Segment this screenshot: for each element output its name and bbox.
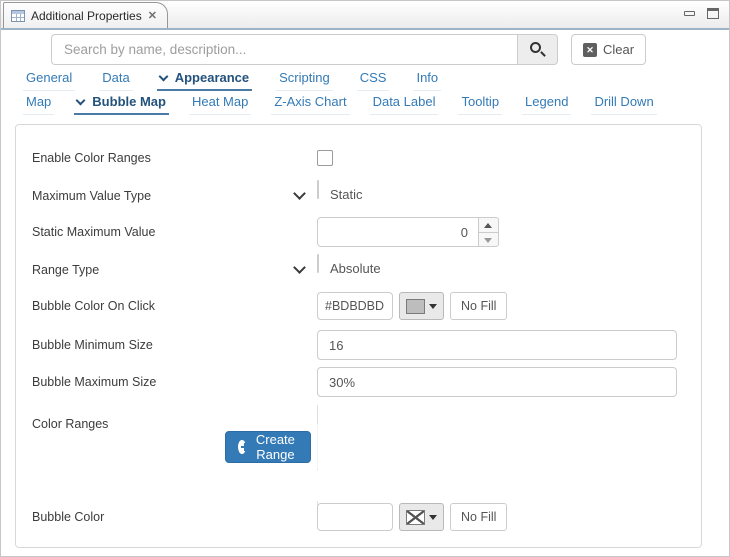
range-type-value: Absolute [330, 255, 381, 283]
tab-label: Z-Axis Chart [274, 94, 346, 109]
clear-x-icon [583, 43, 597, 57]
tab-label: Heat Map [192, 94, 248, 109]
tab-drill-down[interactable]: Drill Down [591, 92, 656, 115]
spinner-down-button[interactable] [479, 232, 499, 248]
view-tab-additional-properties[interactable]: Additional Properties [3, 2, 168, 28]
bubble-color-label: Bubble Color [32, 503, 104, 531]
chevron-down-icon [76, 95, 86, 105]
view-accent-line [1, 28, 729, 30]
tab-tooltip[interactable]: Tooltip [458, 92, 502, 115]
maximize-icon[interactable] [707, 8, 719, 19]
clear-button-label: Clear [603, 42, 634, 57]
tab-label: CSS [360, 70, 387, 85]
bubble-color-on-click-label: Bubble Color On Click [32, 292, 155, 320]
static-maximum-value-input[interactable] [317, 217, 479, 247]
tab-z-axis-chart[interactable]: Z-Axis Chart [271, 92, 349, 115]
tab-label: Data Label [373, 94, 436, 109]
tab-map[interactable]: Map [23, 92, 54, 115]
no-fill-swatch-icon [406, 510, 425, 525]
chevron-down-icon [293, 187, 306, 200]
tab-label: Info [416, 70, 438, 85]
minimize-icon[interactable] [684, 11, 695, 16]
tab-heat-map[interactable]: Heat Map [189, 92, 251, 115]
tab-label: Tooltip [461, 94, 499, 109]
form-row-bubble-color: Bubble Color No Fill [16, 503, 701, 531]
tab-css[interactable]: CSS [357, 68, 390, 91]
color-ranges-list [317, 470, 318, 502]
tab-label: Bubble Map [92, 94, 166, 109]
tab-label: General [26, 70, 72, 85]
tab-label: Appearance [175, 70, 249, 85]
form-row-maximum-value-type: Maximum Value Type Static [16, 181, 701, 211]
range-type-label: Range Type [32, 255, 99, 285]
enable-color-ranges-checkbox[interactable] [317, 150, 333, 166]
view-tab-bar: Additional Properties [1, 1, 729, 28]
form-row-bubble-color-on-click: Bubble Color On Click No Fill [16, 292, 701, 320]
tab-general[interactable]: General [23, 68, 75, 91]
additional-properties-view: Additional Properties Clear General Data… [0, 0, 730, 557]
bubble-color-on-click-no-fill-button[interactable]: No Fill [450, 292, 507, 320]
bubble-color-swatch-dropdown[interactable] [399, 503, 444, 531]
bubble-minimum-size-input[interactable] [317, 330, 677, 360]
tab-label: Map [26, 94, 51, 109]
maximum-value-type-select[interactable]: Static [317, 180, 319, 199]
bubble-maximum-size-input[interactable] [317, 367, 677, 397]
properties-table-icon [11, 10, 25, 22]
color-ranges-header: Create Range [317, 424, 318, 470]
range-type-select[interactable]: Absolute [317, 254, 319, 273]
chevron-down-icon [293, 261, 306, 274]
close-icon[interactable] [148, 10, 157, 22]
form-row-enable-color-ranges: Enable Color Ranges [16, 143, 701, 173]
color-ranges-label: Color Ranges [32, 414, 108, 434]
tab-data-label[interactable]: Data Label [370, 92, 439, 115]
tab-row-secondary: Map Bubble Map Heat Map Z-Axis Chart Dat… [23, 92, 677, 115]
form-row-static-maximum-value: Static Maximum Value [16, 217, 701, 247]
tab-bubble-map[interactable]: Bubble Map [74, 92, 169, 115]
window-buttons [684, 8, 719, 19]
form-row-bubble-minimum-size: Bubble Minimum Size [16, 330, 701, 360]
search-group [51, 34, 558, 65]
tab-label: Legend [525, 94, 568, 109]
caret-down-icon [429, 304, 437, 309]
enable-color-ranges-label: Enable Color Ranges [32, 143, 151, 173]
form-row-range-type: Range Type Absolute [16, 255, 701, 285]
tab-scripting[interactable]: Scripting [276, 68, 333, 91]
tab-label: Drill Down [594, 94, 653, 109]
form-row-bubble-maximum-size: Bubble Maximum Size [16, 367, 701, 397]
maximum-value-type-value: Static [330, 181, 363, 209]
bubble-maximum-size-label: Bubble Maximum Size [32, 367, 156, 397]
bubble-minimum-size-label: Bubble Minimum Size [32, 330, 153, 360]
tab-data[interactable]: Data [99, 68, 132, 91]
search-button[interactable] [517, 34, 558, 65]
search-icon [530, 42, 541, 53]
tab-info[interactable]: Info [413, 68, 441, 91]
bubble-color-on-click-hex-input[interactable] [317, 292, 393, 320]
spinner-up-button[interactable] [479, 217, 499, 232]
properties-form-panel: Enable Color Ranges Maximum Value Type S… [15, 124, 702, 548]
color-swatch-icon [406, 299, 425, 314]
search-input[interactable] [51, 34, 517, 65]
tab-label: Data [102, 70, 129, 85]
arrow-down-icon [484, 238, 492, 243]
bubble-color-no-fill-button[interactable]: No Fill [450, 503, 507, 531]
chevron-down-icon [158, 71, 168, 81]
arrow-up-icon [484, 223, 492, 228]
tab-legend[interactable]: Legend [522, 92, 571, 115]
maximum-value-type-label: Maximum Value Type [32, 181, 151, 211]
tab-appearance[interactable]: Appearance [157, 68, 252, 91]
tab-row-primary: General Data Appearance Scripting CSS In… [23, 68, 465, 91]
bubble-color-on-click-swatch-dropdown[interactable] [399, 292, 444, 320]
static-maximum-value-label: Static Maximum Value [32, 217, 155, 247]
clear-button[interactable]: Clear [571, 34, 646, 65]
bubble-color-hex-input[interactable] [317, 503, 393, 531]
view-tab-title: Additional Properties [31, 9, 142, 23]
tab-label: Scripting [279, 70, 330, 85]
number-spinner [479, 217, 499, 247]
caret-down-icon [429, 515, 437, 520]
